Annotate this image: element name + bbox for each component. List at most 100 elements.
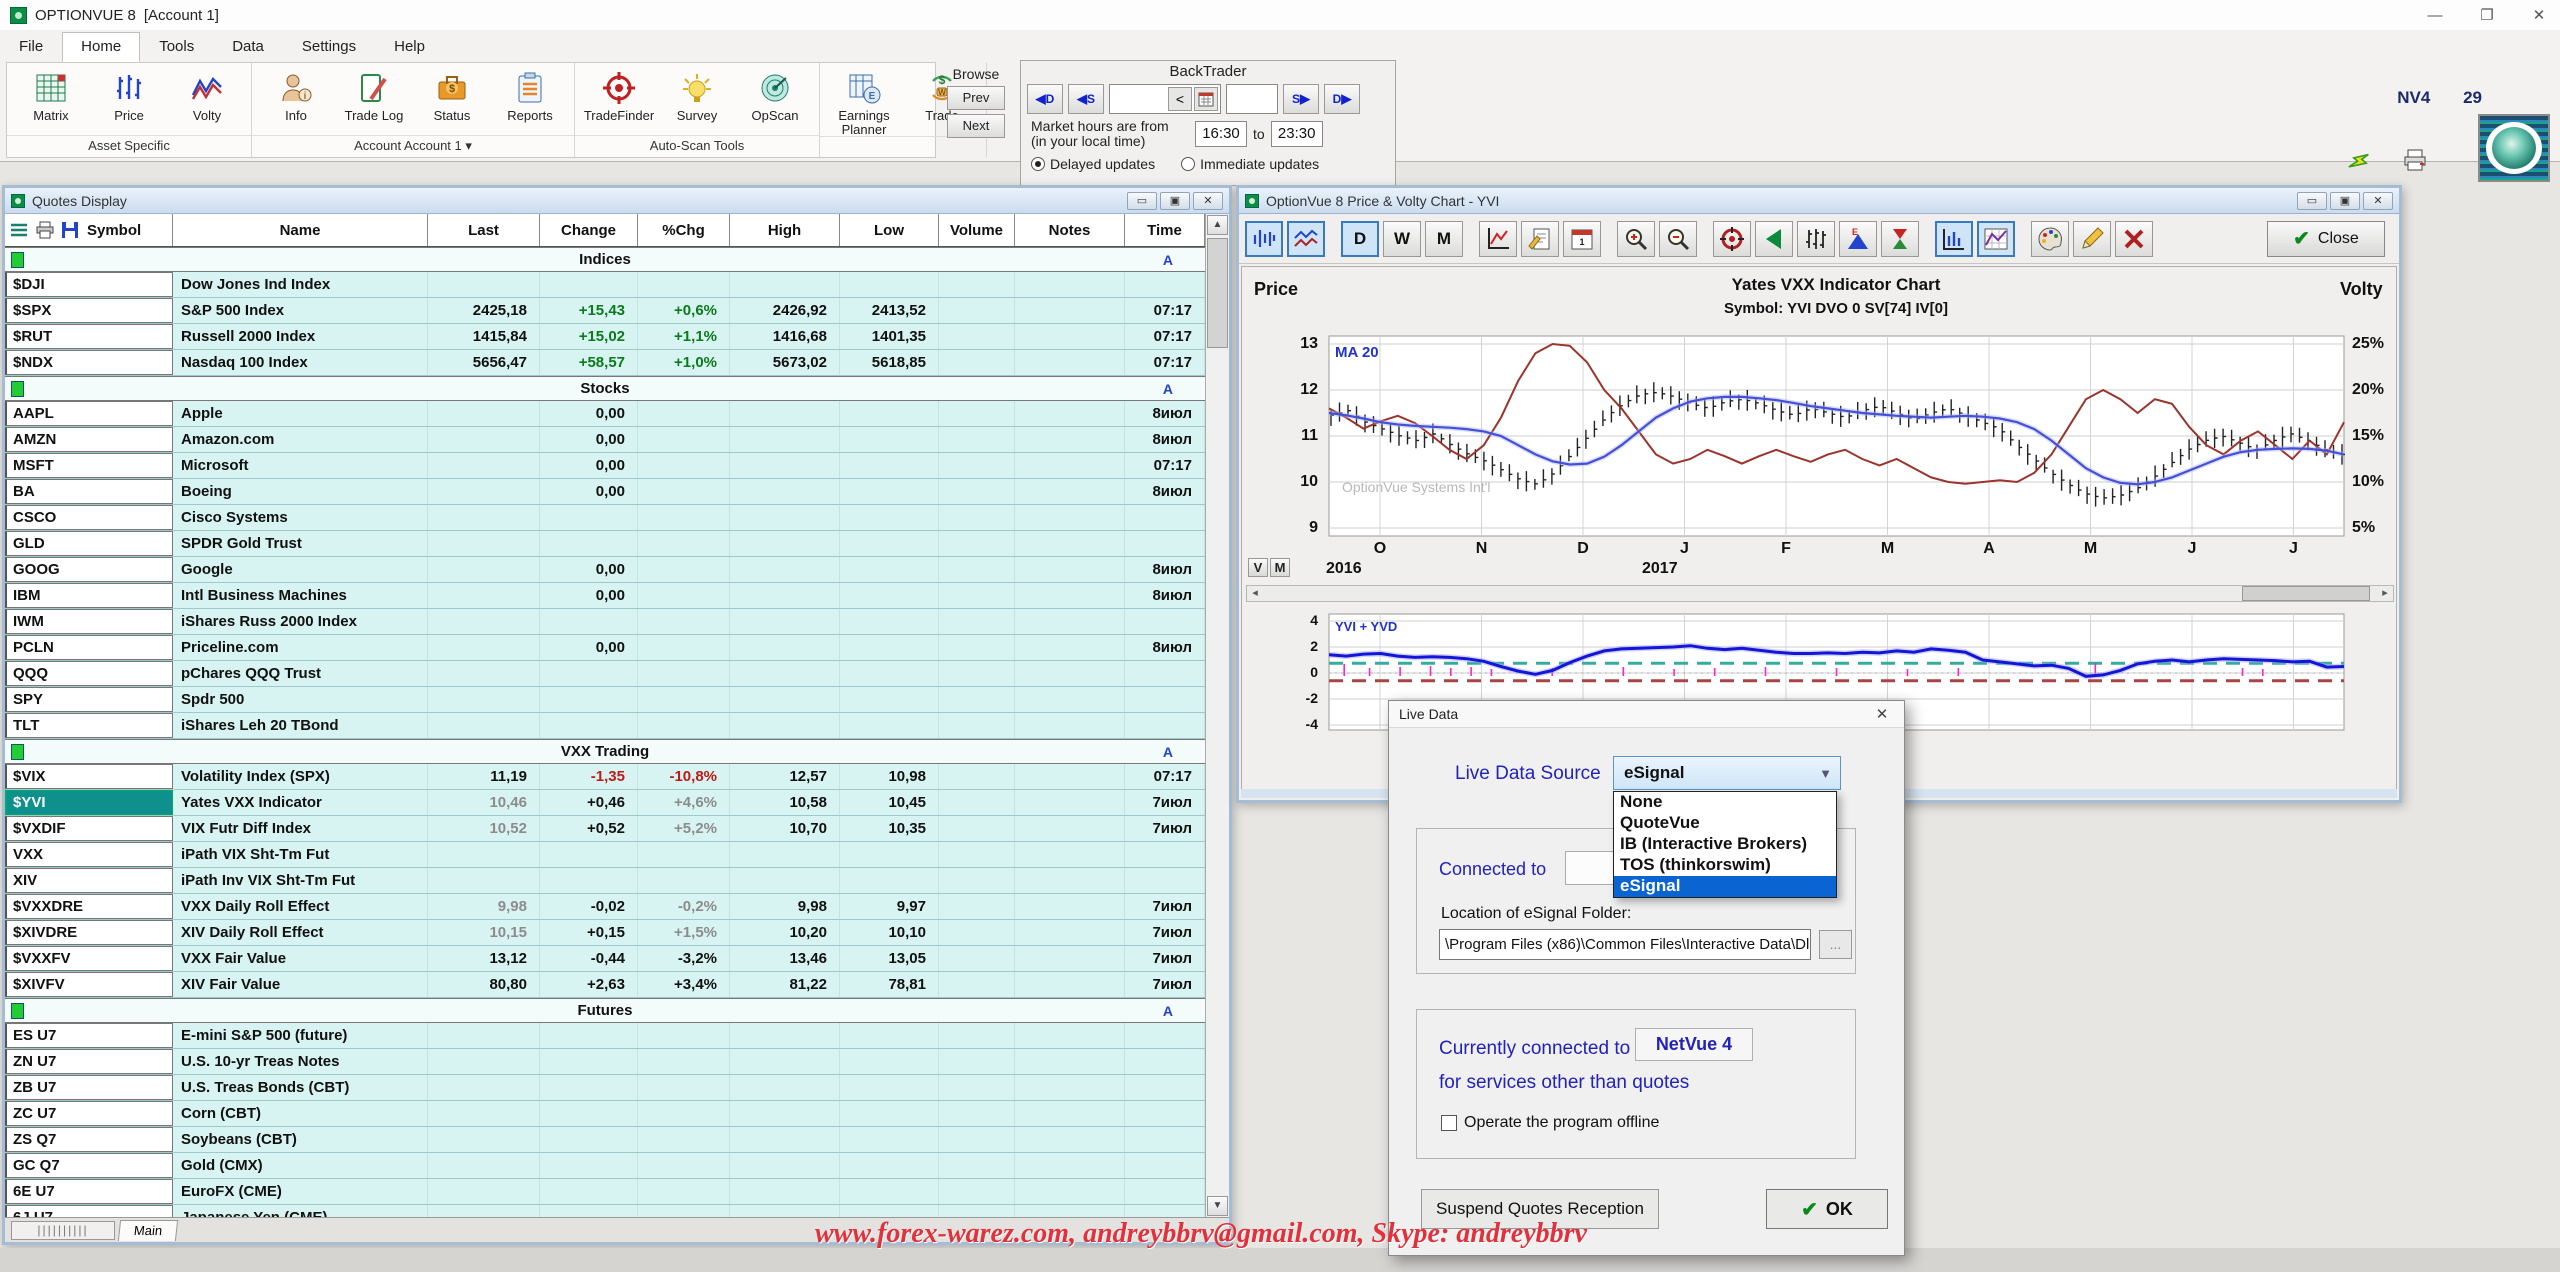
chart-mode-v-button[interactable]: V (1248, 558, 1268, 577)
chart-horizontal-scrollbar[interactable]: ◂▸ (1246, 585, 2394, 602)
market-open-input[interactable]: 16:30 (1195, 121, 1247, 147)
symbol-cell[interactable]: GLD (5, 531, 173, 556)
symbol-cell[interactable]: $VXXDRE (5, 894, 173, 919)
menu-icon[interactable] (9, 221, 29, 239)
tab-grip[interactable]: |||||||||| (11, 1221, 115, 1240)
symbol-cell[interactable]: ZB U7 (5, 1075, 173, 1100)
menu-tab-help[interactable]: Help (375, 32, 444, 62)
save-icon[interactable] (61, 221, 79, 239)
esignal-folder-input[interactable]: \Program Files (x86)\Common Files\Intera… (1439, 929, 1811, 960)
symbol-cell[interactable]: BA (5, 479, 173, 504)
zigzag-icon[interactable] (1287, 221, 1325, 257)
table-row-yvi[interactable]: $YVIYates VXX Indicator10,46+0,46+4,6%10… (5, 790, 1205, 816)
table-row-ndx[interactable]: $NDXNasdaq 100 Index5656,47+58,57+1,0%56… (5, 350, 1205, 376)
next-button[interactable]: Next (947, 114, 1005, 138)
table-row-iwm[interactable]: IWMiShares Russ 2000 Index (5, 609, 1205, 635)
dialog-titlebar[interactable]: Live Data ✕ (1389, 701, 1904, 728)
symbol-cell[interactable]: IWM (5, 609, 173, 634)
chartgrid-icon[interactable] (1977, 221, 2015, 257)
column-header-volume[interactable]: Volume (939, 214, 1015, 246)
chart-window-titlebar[interactable]: OptionVue 8 Price & Volty Chart - YVI ▭ … (1239, 188, 2399, 214)
menu-tab-file[interactable]: File (0, 32, 62, 62)
symbol-cell[interactable]: $XIVDRE (5, 920, 173, 945)
dropdown-option-tos-thinkorswim-[interactable]: TOS (thinkorswim) (1614, 855, 1836, 876)
price-button[interactable]: Price (93, 67, 165, 123)
section-header-vxx-trading[interactable]: VXX Trading A (5, 739, 1205, 764)
table-row-xiv[interactable]: XIViPath Inv VIX Sht-Tm Fut (5, 868, 1205, 894)
quotes-close-button[interactable]: ✕ (1193, 192, 1223, 210)
column-header-change[interactable]: Change (540, 214, 638, 246)
tab-main[interactable]: Main (118, 1220, 178, 1241)
symbol-cell[interactable]: $VXDIF (5, 816, 173, 841)
skip-day-fwd-button[interactable]: D▶ (1324, 84, 1360, 114)
triblue-icon[interactable]: E (1839, 221, 1877, 257)
symbol-cell[interactable]: MSFT (5, 453, 173, 478)
symbol-cell[interactable]: $RUT (5, 324, 173, 349)
backtrader-value-input[interactable] (1226, 84, 1278, 114)
table-row-6eu7[interactable]: 6E U7EuroFX (CME) (5, 1179, 1205, 1205)
menu-tab-settings[interactable]: Settings (283, 32, 375, 62)
editpage-icon[interactable] (1521, 221, 1559, 257)
zoomin-icon[interactable] (1617, 221, 1655, 257)
app-close-button[interactable]: ✕ (2526, 6, 2552, 24)
quotes-window-titlebar[interactable]: Quotes Display ▭ ▣ ✕ (5, 188, 1229, 214)
table-row-ibm[interactable]: IBMIntl Business Machines0,008июл (5, 583, 1205, 609)
radio-dot-on[interactable] (1031, 157, 1045, 171)
menu-tab-data[interactable]: Data (213, 32, 283, 62)
quotes-maximize-button[interactable]: ▣ (1160, 192, 1190, 210)
symbol-cell[interactable]: TLT (5, 713, 173, 738)
symbol-cell[interactable]: VXX (5, 842, 173, 867)
table-row-dji[interactable]: $DJIDow Jones Ind Index (5, 272, 1205, 298)
table-row-tlt[interactable]: TLTiShares Leh 20 TBond (5, 713, 1205, 739)
table-row-goog[interactable]: GOOGGoogle0,008июл (5, 557, 1205, 583)
reports-button[interactable]: Reports (494, 67, 566, 123)
dropdown-option-esignal[interactable]: eSignal (1614, 876, 1836, 897)
column-header-time[interactable]: Time (1125, 214, 1205, 246)
opscan-button[interactable]: OpScan (739, 67, 811, 123)
symbol-cell[interactable]: PCLN (5, 635, 173, 660)
date-decrement-button[interactable]: < (1168, 87, 1192, 111)
symbol-cell[interactable]: $VXXFV (5, 946, 173, 971)
menu-tab-tools[interactable]: Tools (140, 32, 213, 62)
symbol-cell[interactable]: ES U7 (5, 1023, 173, 1048)
section-header-stocks[interactable]: Stocks A (5, 376, 1205, 401)
scroll-up-icon[interactable]: ▲ (1207, 215, 1228, 235)
app-minimize-button[interactable]: — (2422, 7, 2448, 24)
survey-button[interactable]: Survey (661, 67, 733, 123)
offline-checkbox-row[interactable]: Operate the program offline (1441, 1114, 1659, 1132)
symbol-cell[interactable]: CSCO (5, 505, 173, 530)
chartline-icon[interactable] (1479, 221, 1517, 257)
menu-tab-home[interactable]: Home (62, 32, 140, 62)
symbol-cell[interactable]: SPY (5, 687, 173, 712)
table-row-vxxdre[interactable]: $VXXDREVXX Daily Roll Effect9,98-0,02-0,… (5, 894, 1205, 920)
delayed-updates-radio[interactable]: Delayed updates (1031, 156, 1155, 172)
period-m-button[interactable]: M (1425, 221, 1463, 257)
table-row-6ju7[interactable]: 6J U7Japanese Yen (CME) (5, 1205, 1205, 1217)
symbol-cell[interactable]: $VIX (5, 764, 173, 789)
targetred-icon[interactable] (1713, 221, 1751, 257)
symbol-cell[interactable]: $SPX (5, 298, 173, 323)
symbol-cell[interactable]: $YVI (5, 790, 173, 815)
table-row-esu7[interactable]: ES U7E-mini S&P 500 (future) (5, 1023, 1205, 1049)
period-w-button[interactable]: W (1383, 221, 1421, 257)
symbol-cell[interactable]: $NDX (5, 350, 173, 375)
prev-button[interactable]: Prev (947, 86, 1005, 110)
table-row-rut[interactable]: $RUTRussell 2000 Index1415,84+15,02+1,1%… (5, 324, 1205, 350)
section-header-indices[interactable]: Indices A (5, 247, 1205, 272)
table-row-qqq[interactable]: QQQpChares QQQ Trust (5, 661, 1205, 687)
chart-close-button[interactable]: ✔Close (2267, 221, 2385, 257)
scroll-thumb[interactable] (2242, 586, 2370, 601)
symbol-cell[interactable]: XIV (5, 868, 173, 893)
scroll-down-icon[interactable]: ▼ (1207, 1196, 1228, 1216)
column-header-chg[interactable]: %Chg (638, 214, 730, 246)
bars-icon[interactable] (1245, 221, 1283, 257)
xred-icon[interactable] (2115, 221, 2153, 257)
scroll-thumb[interactable] (1207, 238, 1228, 348)
dialog-close-icon[interactable]: ✕ (1870, 705, 1894, 723)
scroll-left-icon[interactable]: ◂ (1247, 586, 1263, 601)
chart-mode-m-button[interactable]: M (1270, 558, 1290, 577)
table-row-vxxfv[interactable]: $VXXFVVXX Fair Value13,12-0,44-3,2%13,46… (5, 946, 1205, 972)
column-header-low[interactable]: Low (840, 214, 939, 246)
section-header-futures[interactable]: Futures A (5, 998, 1205, 1023)
quotes-vertical-scrollbar[interactable]: ▲ ▼ (1205, 214, 1229, 1217)
